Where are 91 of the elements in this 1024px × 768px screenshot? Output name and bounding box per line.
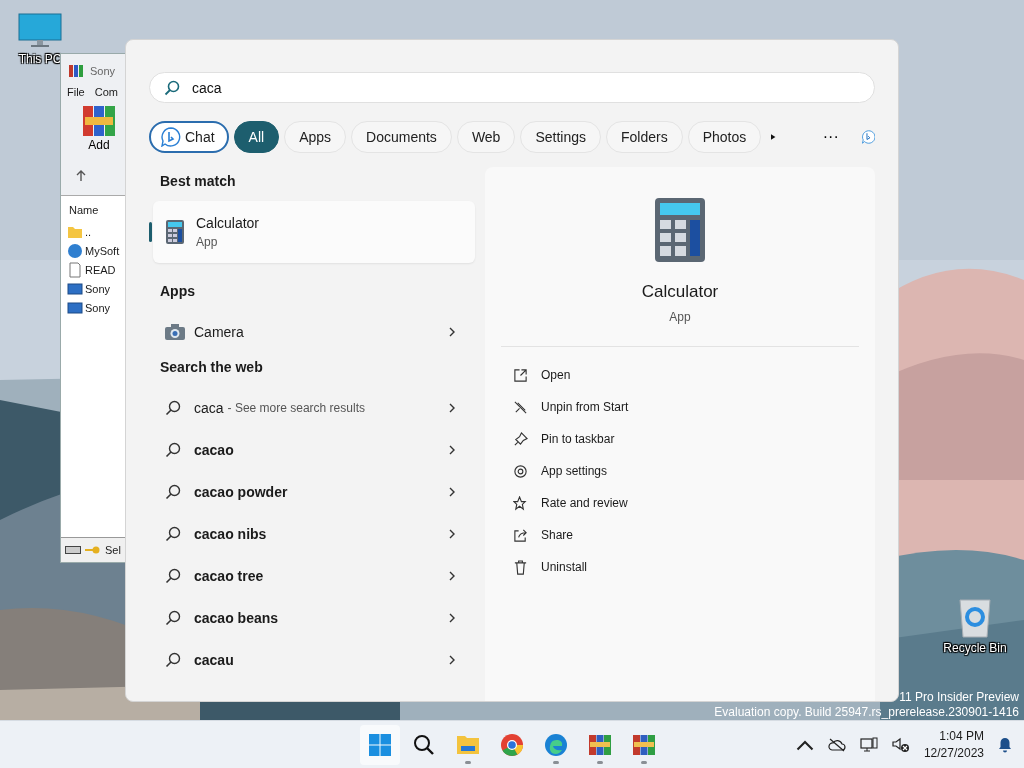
filter-tab[interactable]: Chat: [149, 121, 229, 153]
chevron-icon: [449, 487, 455, 497]
column-header[interactable]: Name: [67, 200, 99, 222]
settings-icon: [513, 463, 528, 479]
filter-tab[interactable]: Documents: [351, 121, 452, 153]
more-button[interactable]: ···: [814, 128, 847, 146]
search-icon: [165, 610, 181, 626]
app-name: Calculator: [641, 282, 719, 302]
search-icon: [165, 568, 181, 584]
app-result[interactable]: Camera: [149, 311, 475, 353]
books-icon: [68, 63, 84, 79]
calculator-icon: [655, 198, 705, 262]
search-icon: [165, 526, 181, 542]
monitor-icon[interactable]: [18, 12, 62, 50]
books-icon[interactable]: [588, 732, 612, 757]
file-name[interactable]: ..: [85, 225, 92, 238]
search-icon[interactable]: [412, 732, 436, 757]
watermark-text: Evaluation copy. Build 25947.rs_prerelease.230901-1416: [714, 705, 1019, 720]
trash-icon: [513, 559, 528, 575]
filter-tab[interactable]: Settings: [520, 121, 601, 153]
chevron-icon: [449, 327, 455, 337]
filter-tab[interactable]: Photos: [687, 121, 762, 153]
search-field[interactable]: caca: [149, 72, 875, 103]
action-item[interactable]: Open: [485, 359, 875, 391]
filter-tab[interactable]: Folders: [606, 121, 683, 153]
section-heading: Best match: [159, 172, 237, 191]
star-icon: [513, 495, 528, 511]
chrome-icon[interactable]: [500, 732, 524, 757]
books-icon: [82, 104, 116, 138]
file-name[interactable]: READ: [85, 263, 116, 276]
camera-icon: [165, 324, 185, 340]
app-name: Calculator: [196, 215, 260, 231]
cloud-off-icon[interactable]: [827, 736, 846, 753]
calculator-icon: [166, 220, 184, 244]
filter-tab[interactable]: Apps: [284, 121, 347, 153]
search-icon: [165, 442, 181, 458]
action-item[interactable]: Pin to taskbar: [485, 423, 875, 455]
document-icon: [67, 261, 83, 278]
key-icon: [85, 546, 101, 554]
action-item[interactable]: Unpin from Start: [485, 391, 875, 423]
external-link-icon: [513, 367, 528, 383]
file-name[interactable]: Sony: [85, 301, 111, 314]
search-icon: [165, 484, 181, 500]
section-heading: Apps: [159, 282, 196, 301]
file-name[interactable]: Sony: [85, 282, 111, 295]
app-type: App: [196, 235, 219, 249]
filter-tab[interactable]: Web: [456, 121, 516, 153]
action-item[interactable]: Rate and review: [485, 487, 875, 519]
action-item[interactable]: App settings: [485, 455, 875, 487]
web-result[interactable]: cacao: [149, 429, 475, 471]
app-type: App: [669, 310, 691, 324]
edge-icon[interactable]: [544, 732, 568, 757]
desktop-icon-label[interactable]: Recycle Bin: [943, 641, 1007, 655]
unpin-icon: [513, 399, 528, 415]
web-result[interactable]: cacao nibs: [149, 513, 475, 555]
search-icon: [165, 652, 181, 668]
file-name[interactable]: MySoft: [85, 244, 120, 257]
pin-icon: [513, 431, 528, 447]
search-icon: [165, 400, 181, 416]
chat-bubble-icon: [161, 127, 181, 147]
up-arrow-icon[interactable]: [75, 170, 87, 182]
window-title: Sony: [90, 65, 116, 77]
bell-icon[interactable]: [998, 736, 1012, 753]
search-icon: [164, 80, 180, 96]
speaker-muted-icon[interactable]: [891, 736, 910, 753]
menu-item[interactable]: Com: [94, 86, 118, 98]
chevron-icon: [449, 403, 455, 413]
web-result[interactable]: cacao beans: [149, 597, 475, 639]
status-text: Sel: [105, 544, 121, 556]
share-icon: [513, 527, 528, 543]
chevron-icon: [449, 529, 455, 539]
chevron-icon: [449, 445, 455, 455]
web-result[interactable]: cacao tree: [149, 555, 475, 597]
books-icon[interactable]: [632, 732, 656, 757]
network-icon[interactable]: [859, 736, 878, 753]
drive-icon: [65, 546, 81, 554]
action-item[interactable]: Share: [485, 519, 875, 551]
watermark-text: 11 Pro Insider Preview: [899, 690, 1019, 705]
menu-item[interactable]: File: [67, 86, 85, 98]
filter-tab[interactable]: All: [233, 121, 280, 153]
recycle-bin-icon[interactable]: [957, 597, 993, 639]
section-heading: Search the web: [159, 358, 264, 377]
chevron-icon: [449, 613, 455, 623]
clock[interactable]: 1:04 PM 12/27/2023: [923, 727, 984, 762]
web-result[interactable]: cacau: [149, 639, 475, 681]
windows-logo-icon[interactable]: [368, 732, 392, 757]
chevron-icon: [449, 571, 455, 581]
chevron-icon: [449, 655, 455, 665]
web-result[interactable]: cacao powder: [149, 471, 475, 513]
action-item[interactable]: Uninstall: [485, 551, 875, 583]
web-result[interactable]: caca - See more search results: [149, 387, 475, 429]
